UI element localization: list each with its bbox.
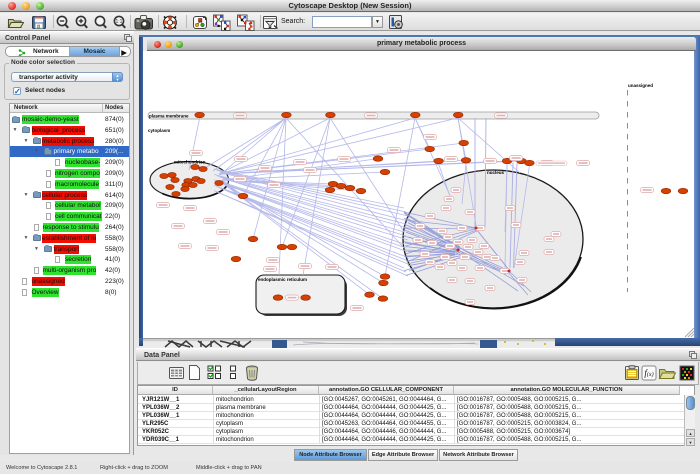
svg-text:plasma membrane: plasma membrane xyxy=(149,114,189,119)
svg-text:nucleus: nucleus xyxy=(487,170,505,175)
svg-text:1:1: 1:1 xyxy=(116,19,123,25)
svg-text:endoplasmic reticulum: endoplasmic reticulum xyxy=(258,277,307,282)
svg-text:mitochondrion: mitochondrion xyxy=(174,160,206,165)
svg-text:unassigned: unassigned xyxy=(628,83,653,88)
svg-text:cytoplasm: cytoplasm xyxy=(148,128,170,133)
